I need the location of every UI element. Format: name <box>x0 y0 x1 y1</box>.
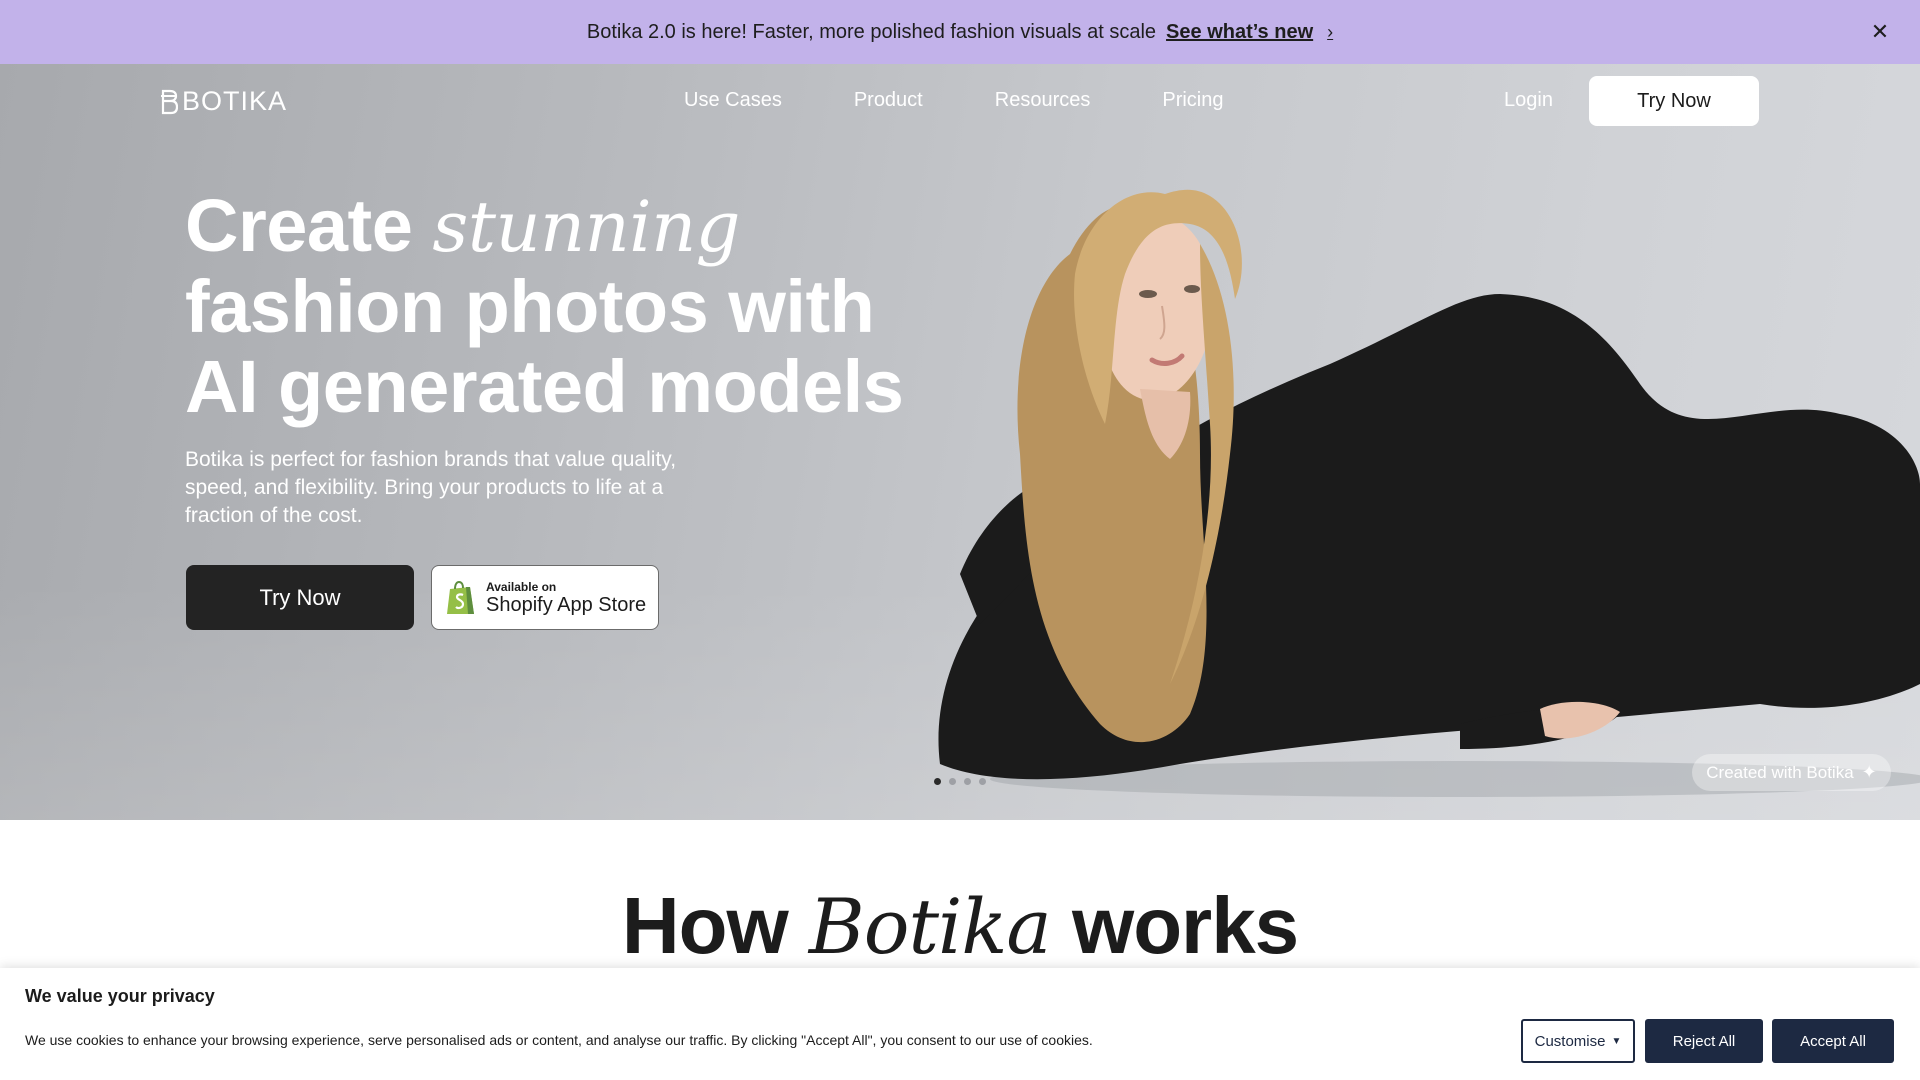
logo-text: BOTIKA <box>182 86 288 116</box>
how-botika-works-title: How Botika works <box>0 880 1920 972</box>
hero-try-now-button[interactable]: Try Now <box>186 565 414 630</box>
hero-section <box>0 64 1920 820</box>
top-nav: BOTIKA Use Cases Product Resources Prici… <box>0 64 1920 138</box>
hero-subtext: Botika is perfect for fashion brands tha… <box>185 448 677 527</box>
nav-resources[interactable]: Resources <box>995 89 1091 112</box>
customise-button[interactable]: Customise ▼ <box>1521 1019 1635 1063</box>
nav-pricing[interactable]: Pricing <box>1162 89 1223 112</box>
nav-links: Use Cases Product Resources Pricing <box>684 89 1296 112</box>
shopify-text: Available on Shopify App Store <box>486 580 646 616</box>
accept-all-button[interactable]: Accept All <box>1772 1019 1894 1063</box>
see-whats-new-label: See what’s new <box>1166 20 1314 43</box>
caret-down-icon: ▼ <box>1611 1035 1622 1047</box>
announcement-message: Botika 2.0 is here! Faster, more polishe… <box>586 20 1157 43</box>
title-how: How <box>621 881 809 970</box>
headline-line-1: Create stunning <box>185 184 903 268</box>
nav-product[interactable]: Product <box>854 89 923 112</box>
login-link[interactable]: Login <box>1504 89 1553 112</box>
carousel-dot-2[interactable] <box>949 778 956 785</box>
created-with-botika-badge: Created with Botika ✦ <box>1692 754 1891 791</box>
carousel-dot-3[interactable] <box>964 778 971 785</box>
nav-try-now-button[interactable]: Try Now <box>1589 76 1759 126</box>
cookie-title: We value your privacy <box>25 986 215 1006</box>
close-icon[interactable]: ✕ <box>1864 16 1896 48</box>
headline-line-2: fashion photos with <box>185 265 875 348</box>
shopify-app-store-button[interactable]: Available on Shopify App Store <box>431 565 659 630</box>
title-works: works <box>1050 881 1299 970</box>
headline-emphasis: stunning <box>432 186 740 268</box>
carousel-dot-4[interactable] <box>979 778 986 785</box>
nav-use-cases[interactable]: Use Cases <box>684 89 782 112</box>
shopify-bag-icon <box>447 580 474 614</box>
see-whats-new-link[interactable]: See what’s new › <box>1166 21 1333 44</box>
badge-text: Created with Botika <box>1706 762 1854 782</box>
shopify-app-store-label: Shopify App Store <box>486 593 647 616</box>
carousel-dot-1[interactable] <box>934 778 941 785</box>
title-emphasis: Botika <box>808 882 1052 971</box>
cookie-text: We use cookies to enhance your browsing … <box>25 1032 1093 1048</box>
reject-all-button[interactable]: Reject All <box>1645 1019 1763 1063</box>
headline-line-3: AI generated models <box>185 345 904 428</box>
sparkle-icon: ✦ <box>1861 762 1877 782</box>
hero-headline: Create stunning fashion photos with AI g… <box>185 184 904 428</box>
shopify-available-on: Available on <box>486 579 557 594</box>
announcement-bar: Botika 2.0 is here! Faster, more polishe… <box>0 0 1920 64</box>
carousel-dots <box>934 778 986 785</box>
customise-label: Customise <box>1534 1032 1606 1050</box>
chevron-right-icon: › <box>1327 21 1334 42</box>
botika-logo[interactable]: BOTIKA <box>160 86 287 117</box>
botika-logo-icon <box>161 89 178 114</box>
hero-model-image <box>938 189 1920 797</box>
headline-create: Create <box>185 184 433 267</box>
